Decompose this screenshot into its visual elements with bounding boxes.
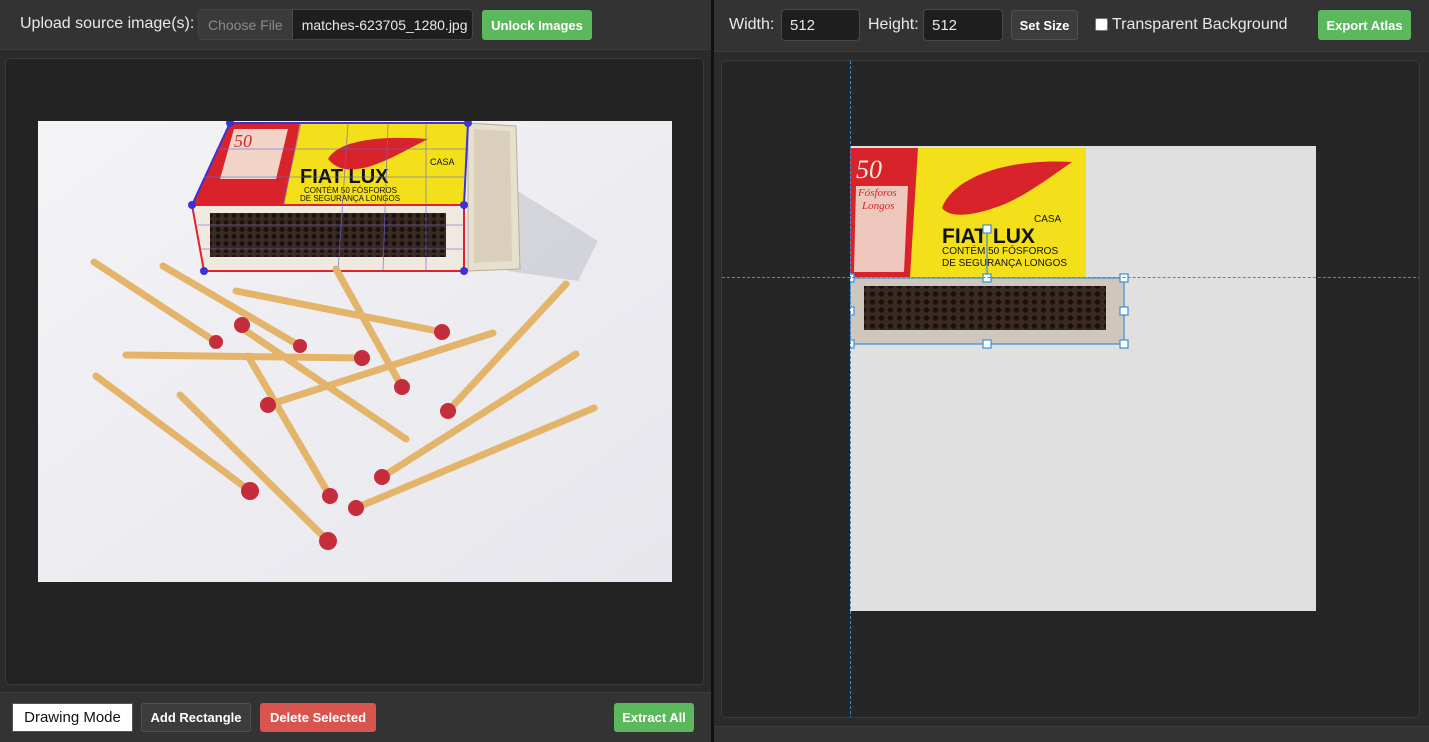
width-label: Width: (729, 16, 775, 33)
width-input[interactable]: 512 (781, 9, 860, 41)
height-label: Height: (868, 16, 919, 33)
source-panel: Upload source image(s): Choose File matc… (0, 0, 711, 742)
atlas-panel: Width: 512 Height: 512 Set Size Transpar… (714, 0, 1429, 742)
horizontal-guide-line (722, 277, 1419, 278)
atlas-canvas[interactable]: 50 Fósforos Longos FIAT LUX CASA CONTÉM … (721, 60, 1420, 718)
atlas-count-text: 50 (856, 155, 882, 184)
set-size-button[interactable]: Set Size (1011, 10, 1078, 40)
app-root: Upload source image(s): Choose File matc… (0, 0, 1429, 742)
unlock-images-button[interactable]: Unlock Images (482, 10, 592, 40)
atlas-fosforos-text: Fósforos (857, 187, 897, 199)
lid-casa-text: CASA (430, 157, 455, 167)
transparent-background-label[interactable]: Transparent Background (1112, 16, 1288, 34)
matches-photo: 50 FIAT LUX CASA CONTÉM 50 FÓSFOROS DE S… (38, 121, 672, 582)
file-input[interactable]: Choose File matches-623705_1280.jpg (198, 9, 473, 40)
add-rectangle-button[interactable]: Add Rectangle (141, 703, 251, 732)
lid-count-text: 50 (234, 131, 252, 151)
atlas-area[interactable]: 50 Fósforos Longos FIAT LUX CASA CONTÉM … (845, 146, 1316, 611)
atlas-footer (714, 726, 1429, 742)
source-canvas[interactable]: 50 FIAT LUX CASA CONTÉM 50 FÓSFOROS DE S… (5, 58, 704, 685)
delete-selected-button[interactable]: Delete Selected (260, 703, 376, 732)
source-image[interactable]: 50 FIAT LUX CASA CONTÉM 50 FÓSFOROS DE S… (38, 121, 672, 582)
vertical-guide-line (850, 61, 851, 717)
transparent-background-checkbox[interactable] (1095, 18, 1108, 31)
atlas-longos-text: Longos (861, 200, 894, 212)
export-atlas-button[interactable]: Export Atlas (1318, 10, 1411, 40)
atlas-line1-text: CONTÉM 50 FÓSFOROS (942, 244, 1058, 257)
atlas-content: 50 Fósforos Longos FIAT LUX CASA CONTÉM … (845, 148, 1129, 349)
atlas-line2-text: DE SEGURANÇA LONGOS (942, 258, 1067, 269)
atlas-casa-text: CASA (1034, 214, 1062, 225)
upload-label: Upload source image(s): (20, 15, 195, 32)
atlas-striker-piece[interactable] (850, 278, 1124, 344)
height-input[interactable]: 512 (923, 9, 1003, 41)
source-toolbar: Upload source image(s): Choose File matc… (0, 0, 711, 50)
file-name: matches-623705_1280.jpg (301, 16, 468, 33)
atlas-toolbar: Width: 512 Height: 512 Set Size Transpar… (714, 0, 1429, 52)
choose-file-button[interactable]: Choose File (199, 10, 293, 39)
extract-all-button[interactable]: Extract All (614, 703, 694, 732)
drawing-mode-button[interactable]: Drawing Mode (12, 703, 133, 732)
atlas-lid-piece[interactable]: 50 Fósforos Longos FIAT LUX CASA CONTÉM … (850, 148, 1086, 277)
